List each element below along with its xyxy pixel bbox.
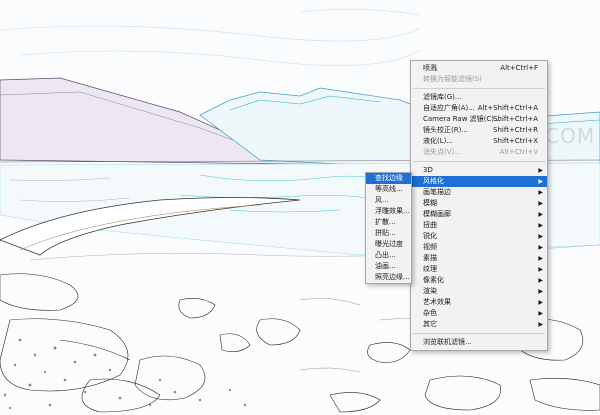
menu-item-label: 拼贴... xyxy=(375,229,396,237)
menu-item-label: 素描 xyxy=(423,254,437,262)
menu-item-3d[interactable]: 3D ▶ xyxy=(411,165,547,176)
menu-item-other[interactable]: 其它 ▶ xyxy=(411,319,547,330)
menu-item-label: 3D xyxy=(423,166,433,174)
menu-item-sharpen[interactable]: 锐化 ▶ xyxy=(411,231,547,242)
menu-item-label: 其它 xyxy=(423,320,437,328)
submenu-item-emboss[interactable]: 浮雕效果... xyxy=(366,206,411,217)
menu-item-lens-correction[interactable]: 镜头校正(R)... Shift+Ctrl+R xyxy=(411,125,547,136)
menu-separator xyxy=(413,161,545,162)
menu-item-label: 风格化 xyxy=(423,177,444,185)
menu-item-label: 消失点(V)... xyxy=(423,148,461,156)
menu-item-label: 油画... xyxy=(375,262,396,270)
menu-item-label: 自适应广角(A)... xyxy=(423,104,475,112)
menu-item-stylize[interactable]: 风格化 ▶ xyxy=(411,176,547,187)
menu-item-noise[interactable]: 杂色 ▶ xyxy=(411,308,547,319)
menu-item-distort[interactable]: 扭曲 ▶ xyxy=(411,220,547,231)
submenu-arrow-icon: ▶ xyxy=(538,288,543,295)
submenu-item-contour[interactable]: 等高线... xyxy=(366,184,411,195)
submenu-arrow-icon: ▶ xyxy=(538,277,543,284)
menu-item-label: 像素化 xyxy=(423,276,444,284)
menu-item-label: 镜头校正(R)... xyxy=(423,126,469,134)
menu-item-shortcut: Alt+Ctrl+F xyxy=(500,64,538,72)
menu-item-label: 渲染 xyxy=(423,287,437,295)
menu-item-label: 查找边缘 xyxy=(375,174,403,182)
menu-item-shortcut: Shift+Ctrl+X xyxy=(493,137,538,145)
menu-item-label: 模糊画廊 xyxy=(423,210,451,218)
submenu-item-extrude[interactable]: 凸出... xyxy=(366,250,411,261)
menu-item-filter-gallery[interactable]: 滤镜库(G)... xyxy=(411,92,547,103)
menu-item-label: Camera Raw 滤镜(C)... xyxy=(423,115,501,123)
submenu-item-find-edges[interactable]: 查找边缘 xyxy=(366,173,411,184)
submenu-item-glowing-edges[interactable]: 照亮边缘... xyxy=(366,272,411,283)
menu-item-brush-strokes[interactable]: 画笔描边 ▶ xyxy=(411,187,547,198)
submenu-arrow-icon: ▶ xyxy=(538,244,543,251)
menu-item-sketch[interactable]: 素描 ▶ xyxy=(411,253,547,264)
menu-item-label: 曝光过度 xyxy=(375,240,403,248)
menu-item-label: 纹理 xyxy=(423,265,437,273)
filter-menu: 喷溅 Alt+Ctrl+F 转换为智能滤镜(S) 滤镜库(G)... 自适应广角… xyxy=(410,60,548,351)
stylize-submenu: 查找边缘 等高线... 风... 浮雕效果... 扩散... 拼贴... 曝光过… xyxy=(365,172,412,284)
menu-item-vanishing-point[interactable]: 消失点(V)... Alt+Ctrl+V xyxy=(411,147,547,158)
menu-item-label: 扩散... xyxy=(375,218,396,226)
submenu-arrow-icon: ▶ xyxy=(538,211,543,218)
menu-item-pixelate[interactable]: 像素化 ▶ xyxy=(411,275,547,286)
menu-item-shortcut: Shift+Ctrl+A xyxy=(493,115,538,123)
menu-separator xyxy=(413,333,545,334)
menu-item-label: 滤镜库(G)... xyxy=(423,93,462,101)
menu-item-shortcut: Alt+Ctrl+V xyxy=(499,148,538,156)
menu-item-label: 锐化 xyxy=(423,232,437,240)
submenu-item-solarize[interactable]: 曝光过度 xyxy=(366,239,411,250)
submenu-arrow-icon: ▶ xyxy=(538,189,543,196)
menu-item-texture[interactable]: 纹理 ▶ xyxy=(411,264,547,275)
submenu-item-tiles[interactable]: 拼贴... xyxy=(366,228,411,239)
submenu-arrow-icon: ▶ xyxy=(538,200,543,207)
menu-item-label: 液化(L)... xyxy=(423,137,454,145)
menu-item-browse-filters-online[interactable]: 浏览联机滤镜... xyxy=(411,337,547,348)
menu-item-label: 等高线... xyxy=(375,185,403,193)
menu-item-label: 画笔描边 xyxy=(423,188,451,196)
submenu-item-diffuse[interactable]: 扩散... xyxy=(366,217,411,228)
menu-item-label: 凸出... xyxy=(375,251,396,259)
submenu-arrow-icon: ▶ xyxy=(538,321,543,328)
menu-item-video[interactable]: 视频 ▶ xyxy=(411,242,547,253)
submenu-item-wind[interactable]: 风... xyxy=(366,195,411,206)
menu-item-label: 模糊 xyxy=(423,199,437,207)
submenu-arrow-icon: ▶ xyxy=(538,233,543,240)
submenu-arrow-icon: ▶ xyxy=(538,299,543,306)
submenu-arrow-icon: ▶ xyxy=(538,178,543,185)
menu-item-label: 浏览联机滤镜... xyxy=(423,338,472,346)
menu-item-render[interactable]: 渲染 ▶ xyxy=(411,286,547,297)
submenu-item-oil-paint[interactable]: 油画... xyxy=(366,261,411,272)
menu-item-blur-gallery[interactable]: 模糊画廊 ▶ xyxy=(411,209,547,220)
menu-separator xyxy=(413,88,545,89)
menu-item-last-filter[interactable]: 喷溅 Alt+Ctrl+F xyxy=(411,63,547,74)
menu-item-label: 视频 xyxy=(423,243,437,251)
menu-item-label: 扭曲 xyxy=(423,221,437,229)
menu-item-adaptive-wide-angle[interactable]: 自适应广角(A)... Alt+Shift+Ctrl+A xyxy=(411,103,547,114)
menu-item-artistic[interactable]: 艺术效果 ▶ xyxy=(411,297,547,308)
submenu-arrow-icon: ▶ xyxy=(538,167,543,174)
menu-item-label: 杂色 xyxy=(423,309,437,317)
menu-item-blur[interactable]: 模糊 ▶ xyxy=(411,198,547,209)
menu-item-liquify[interactable]: 液化(L)... Shift+Ctrl+X xyxy=(411,136,547,147)
submenu-arrow-icon: ▶ xyxy=(538,255,543,262)
menu-item-label: 喷溅 xyxy=(423,64,437,72)
menu-item-label: 浮雕效果... xyxy=(375,207,410,215)
submenu-arrow-icon: ▶ xyxy=(538,310,543,317)
submenu-arrow-icon: ▶ xyxy=(538,266,543,273)
submenu-arrow-icon: ▶ xyxy=(538,222,543,229)
menu-item-label: 艺术效果 xyxy=(423,298,451,306)
menu-item-label: 风... xyxy=(375,196,389,204)
menu-item-shortcut: Shift+Ctrl+R xyxy=(493,126,538,134)
menu-item-camera-raw[interactable]: Camera Raw 滤镜(C)... Shift+Ctrl+A xyxy=(411,114,547,125)
menu-item-label: 照亮边缘... xyxy=(375,273,410,281)
menu-item-label: 转换为智能滤镜(S) xyxy=(423,75,482,83)
menu-item-convert-smart-filter[interactable]: 转换为智能滤镜(S) xyxy=(411,74,547,85)
menu-item-shortcut: Alt+Shift+Ctrl+A xyxy=(477,104,538,112)
